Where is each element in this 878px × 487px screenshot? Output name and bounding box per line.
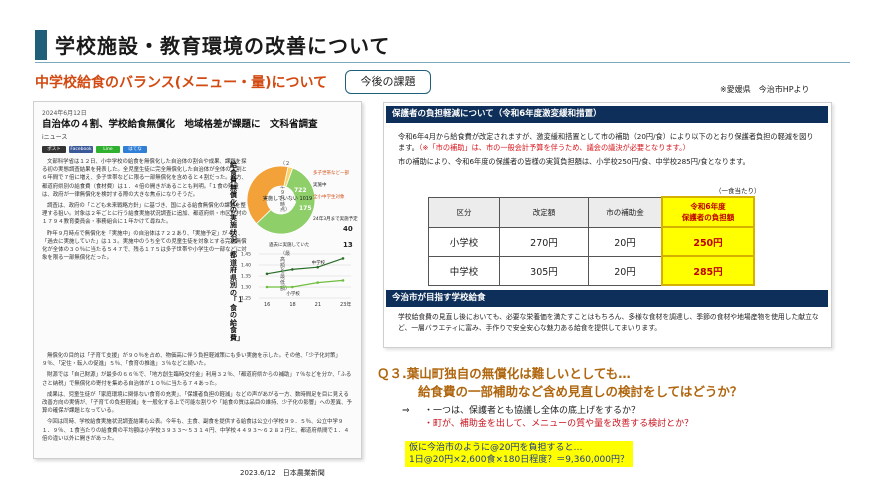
y-tick-label: 1.25: [241, 296, 251, 302]
donut-legend-3: 全小中学生対象: [313, 193, 345, 200]
series-point: [265, 272, 269, 276]
donut-value-a: 722: [294, 187, 307, 194]
cost-estimate-highlight: 仮に今治市のように@20円を負担すると… 1日@20円×2,600食×180日程…: [405, 441, 634, 467]
subtitle: 中学校給食のバランス(メニュー・量)について: [35, 75, 328, 91]
panel-text-burden: 令和6年4月から給食費が改定されますが、激変緩和措置として市の補助（20円/食）…: [398, 131, 818, 153]
city-info-panel: 保護者の負担軽減について（令和6年度激変緩和措置） 令和6年4月から給食費が改定…: [383, 102, 832, 348]
series-point: [291, 285, 294, 289]
question-block: Ｑ３.葉山町独自の無償化は難しいとしても… 給食費の一部補助など含め見直しの検討…: [377, 365, 742, 401]
panel-heading-burden: 保護者の負担軽減について（令和6年度激変緩和措置）: [386, 106, 828, 123]
series-point: [341, 279, 345, 282]
x-tick-label: 16: [264, 302, 270, 308]
table-header-row: 区分 改定額 市の補助金 令和6年度保護者の負担額: [428, 196, 755, 228]
table-cell: 305円: [499, 255, 589, 286]
share-facebook-button[interactable]: Facebook: [69, 146, 93, 153]
unit-note: （一食当たり）: [715, 187, 761, 195]
title-underline: [35, 62, 850, 63]
news-headline: 自治体の４割、学校給食無償化 地域格差が課題に 文科省調査: [42, 119, 318, 130]
estimate-line-2: 1日@20円×2,600食×180日程度？＝9,360,000円？: [409, 455, 630, 465]
series-point: [316, 265, 319, 269]
donut-value-b: 547: [284, 201, 297, 208]
line-chart-plot: 1.45 1.40 1.35 1.30 1.25 16 18 21 23年 中学校小学校: [241, 252, 351, 309]
estimate-line-1: 仮に今治市のように@20円を負担すると…: [409, 443, 583, 453]
donut-value-c: 175: [299, 205, 312, 212]
table-cell: 270円: [499, 226, 589, 257]
table-cell: 小学校: [428, 226, 500, 257]
series-line-0: [266, 257, 344, 275]
donut-legend-1: 多子世帯など一部: [313, 169, 349, 176]
table-header-line: 保護者の負担額: [681, 213, 735, 222]
series-line-1: [267, 279, 344, 288]
table-header-line: 令和6年度: [690, 202, 726, 211]
answer-line-2: ・町が、補助金を出して、メニューの質や量を改善する検討とか？: [424, 419, 694, 429]
series-point: [265, 285, 269, 289]
issue-badge: 今後の課題: [345, 70, 431, 94]
series-point: [341, 257, 345, 260]
y-tick-label: 1.30: [241, 285, 251, 291]
table-header: 市の補助金: [588, 196, 663, 228]
news-paragraph: 文部科学省は１２日、小中学校の給食を無償化した自治体の割合や成果、課題を探る初の…: [42, 159, 247, 198]
news-paragraph: 昨年９月時点で無償化を「実施中」の自治体は７２２あり、「実施予定」が４０、「過去…: [42, 230, 247, 262]
table-cell: 中学校: [428, 255, 500, 286]
question-line-1: Ｑ３.葉山町独自の無償化は難しいとしても…: [377, 366, 631, 381]
line-chart-title: 都道府県別の「１食の給食費」: [230, 251, 244, 342]
arrow-icon: ⇒: [402, 406, 410, 416]
answer-line-1: ・一つは、保護者とも協議し全体の底上げをするか？: [424, 406, 641, 416]
series-point: [316, 281, 319, 284]
share-line-button[interactable]: Line: [96, 146, 120, 153]
table-row: 小学校 270円 20円 250円: [428, 226, 755, 257]
table-header: 改定額: [499, 196, 589, 228]
share-x-button[interactable]: ポスト: [42, 146, 66, 153]
question-line-2: 給食費の一部補助など含め見直しの検討をしてはどうか？: [418, 384, 743, 399]
line-chart: 1.45 1.40 1.35 1.30 1.25 16 18 21 23年 中学校小学校: [239, 250, 359, 310]
table-header-highlight: 令和6年度保護者の負担額: [661, 196, 755, 228]
news-paragraph: 財源では「自己財源」が最多の６６％で、「地方創生臨時交付金」利用３２％、「都道府…: [42, 372, 352, 387]
panel-text-note: （※「市の補助」は、市の一般会計予算を伴うため、議会の議決が必要となります。）: [418, 143, 690, 152]
x-tick-label: 18: [289, 302, 295, 308]
series-label: 中学校: [312, 259, 326, 266]
panel-text-actual: 市の補助により、令和6年度の保護者の皆様の実質負担額は、小学校250円/食、中学…: [398, 157, 750, 166]
page-title: 学校施設・教育環境の改善について: [55, 34, 391, 58]
title-accent-bar: [35, 30, 47, 60]
table-header: 区分: [428, 196, 500, 228]
table-cell: 20円: [588, 255, 663, 286]
donut-chart-title: 給食費無償化の実施状況: [230, 161, 237, 244]
series-point: [291, 268, 294, 271]
table-row: 中学校 305円 20円 285円: [428, 255, 755, 286]
x-tick-label: 21: [315, 302, 321, 308]
news-paragraph: 無償化の目的は「子育て支援」が９０％を占め、物価高に伴う負担軽減策にも多い実施を…: [42, 353, 341, 368]
news-footer: 2023.6/12 日本農業新聞: [240, 469, 325, 477]
panel-text-goal: 学校給食費の見直し後においても、必要な栄養価を満たすことはもちろん、多様な食材を…: [398, 313, 819, 332]
cost-table: 区分 改定額 市の補助金 令和6年度保護者の負担額 小学校 270円 20円 2…: [428, 196, 755, 286]
donut-legend-2: 実施中: [313, 181, 327, 188]
news-body-lower: 無償化の目的は「子育て支援」が９０％を占め、物価高に伴う負担軽減策にも多い実施を…: [42, 352, 354, 446]
table-cell-highlight: 285円: [661, 255, 755, 286]
source-note: ※愛媛県 今治市HPより: [720, 85, 810, 94]
donut-planned-label: 24年3月まで実施予定: [313, 215, 358, 222]
table-cell: 20円: [588, 226, 663, 257]
news-clipping: 2024年6月12日 自治体の４割、学校給食無償化 地域格差が課題に 文科省調査…: [33, 101, 362, 459]
news-paragraph: 調査は、政府の「こども未来戦略方針」に基づき、国による給食無償化の課題を整理する…: [42, 203, 247, 226]
answer-block: ⇒ ・一つは、保護者とも協議し全体の底上げをするか？ ・町が、補助金を出して、メニ…: [402, 405, 693, 431]
news-paragraph: 成果は、児童生徒が「家庭環境に関係ない食育の充実」、「保護者負担の軽減」などの声…: [42, 391, 352, 415]
series-label: 小学校: [286, 290, 300, 297]
donut-planned-value: 40: [343, 225, 353, 233]
y-tick-label: 1.40: [241, 263, 251, 269]
donut-chart: 実施していない 1019 722 547 175 多子世帯など一部 実施中 全小…: [239, 160, 359, 252]
y-tick-label: 1.45: [241, 252, 251, 258]
y-tick-label: 1.35: [241, 274, 251, 280]
news-paragraph: 今回は同時、学校給食実施状況調査結果も公表。今年も、主食、副食を提供する給食は公…: [42, 419, 350, 442]
panel-heading-goal: 今治市が目指す学校給食: [386, 290, 828, 307]
table-cell-highlight: 250円: [661, 226, 755, 257]
x-tick-label: 23年: [340, 301, 351, 308]
share-hatena-button[interactable]: はてな: [123, 146, 147, 153]
donut-past-value: 13: [343, 241, 353, 249]
news-body: 文部科学省は１２日、小中学校の給食を無償化した自治体の割合や成果、課題を探る初の…: [42, 158, 247, 265]
news-source: iニュース: [42, 134, 68, 141]
donut-past-label: 過去に実施していた: [269, 241, 310, 248]
